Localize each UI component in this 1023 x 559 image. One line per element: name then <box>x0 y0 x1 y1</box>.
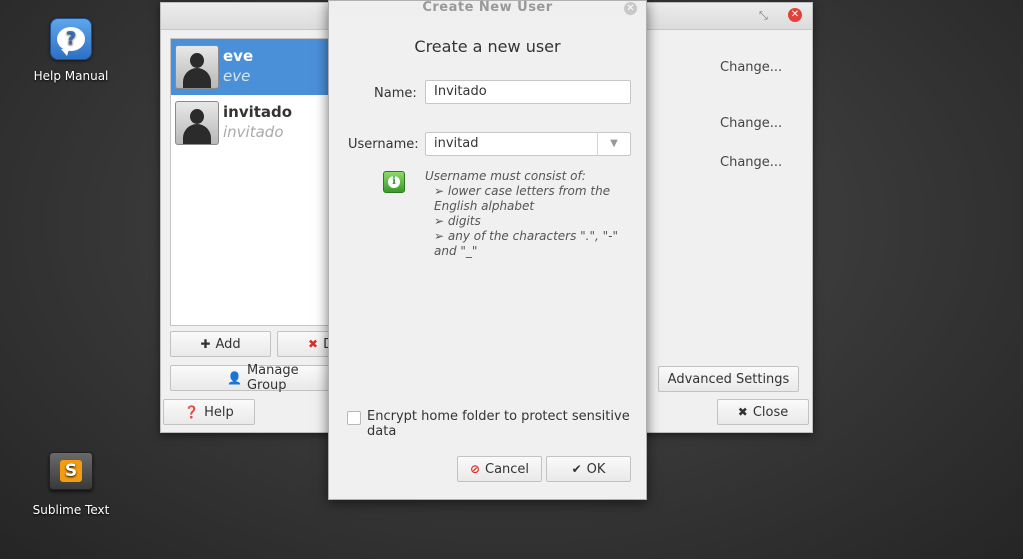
hint-intro: Username must consist of: <box>425 169 586 183</box>
user-login-name: invitado <box>223 123 284 141</box>
dialog-close-icon[interactable]: ✕ <box>624 2 637 15</box>
user-list[interactable]: eve eve invitado invitado <box>170 38 332 326</box>
help-icon: ❓ <box>184 405 200 419</box>
desktop-icon-label: Help Manual <box>33 69 109 83</box>
info-icon: i <box>383 171 405 193</box>
close-label: Close <box>752 404 789 420</box>
user-login-name: eve <box>223 67 251 85</box>
add-user-label: Add <box>215 336 241 352</box>
add-user-button[interactable]: ✚ Add <box>170 331 271 357</box>
restore-icon[interactable]: ⤡ <box>759 9 768 23</box>
cancel-icon: ⊘ <box>469 462 480 476</box>
chevron-down-icon[interactable]: ▼ <box>597 132 630 156</box>
create-user-dialog: Create New User ✕ Create a new user Name… <box>328 0 647 500</box>
dialog-title: Create New User <box>422 0 553 15</box>
username-combobox[interactable]: invitad ▼ <box>425 132 631 156</box>
user-display-name: invitado <box>223 103 293 121</box>
check-icon: ✔ <box>571 462 582 476</box>
close-window-icon[interactable]: ✕ <box>788 8 802 22</box>
plus-icon: ✚ <box>200 337 211 351</box>
user-avatar-icon <box>175 101 219 145</box>
name-field[interactable]: Invitado <box>425 80 631 104</box>
ok-button[interactable]: ✔ OK <box>546 456 631 482</box>
groups-icon: 👤 <box>227 371 242 385</box>
close-icon: ✖ <box>737 405 748 419</box>
user-list-item-invitado[interactable]: invitado invitado <box>171 95 331 151</box>
hint-rule: ➢ digits <box>434 214 481 228</box>
close-button[interactable]: ✖ Close <box>717 399 809 425</box>
username-label: Username: <box>348 137 419 152</box>
desktop-icon-help-manual[interactable]: ? Help Manual <box>26 18 116 83</box>
encrypt-home-label[interactable]: Encrypt home folder to protect sensitive… <box>367 409 646 439</box>
name-label: Name: <box>374 86 417 101</box>
desktop-icon-sublime-text[interactable]: S Sublime Text <box>26 452 116 517</box>
advanced-settings-button[interactable]: Advanced Settings <box>658 366 799 392</box>
manage-groups-label: Manage Group <box>246 363 299 393</box>
hint-rule: ➢ any of the characters ".", "-" and "_" <box>434 229 619 258</box>
ok-label: OK <box>586 461 606 477</box>
dialog-titlebar: Create New User ✕ <box>329 0 646 17</box>
help-manual-icon: ? <box>50 18 92 60</box>
cancel-label: Cancel <box>485 461 530 477</box>
help-button[interactable]: ❓ Help <box>163 399 255 425</box>
user-avatar-icon <box>175 45 219 89</box>
hint-rule: ➢ lower case letters from the English al… <box>434 184 611 213</box>
encrypt-home-checkbox[interactable] <box>347 411 361 425</box>
manage-groups-button[interactable]: 👤 Manage Group <box>170 363 340 393</box>
dialog-heading: Create a new user <box>414 37 561 56</box>
username-hint: Username must consist of: ➢ lower case l… <box>425 169 625 259</box>
delete-icon: ✖ <box>308 337 319 351</box>
user-list-item-eve[interactable]: eve eve <box>171 39 331 95</box>
change-button[interactable]: Change... <box>720 116 782 131</box>
user-display-name: eve <box>223 47 254 65</box>
sublime-text-icon: S <box>49 452 93 490</box>
username-value: invitad <box>434 136 479 151</box>
help-label: Help <box>204 404 234 420</box>
cancel-button[interactable]: ⊘ Cancel <box>457 456 542 482</box>
desktop-icon-label: Sublime Text <box>32 503 110 517</box>
change-button[interactable]: Change... <box>720 60 782 75</box>
change-button[interactable]: Change... <box>720 155 782 170</box>
